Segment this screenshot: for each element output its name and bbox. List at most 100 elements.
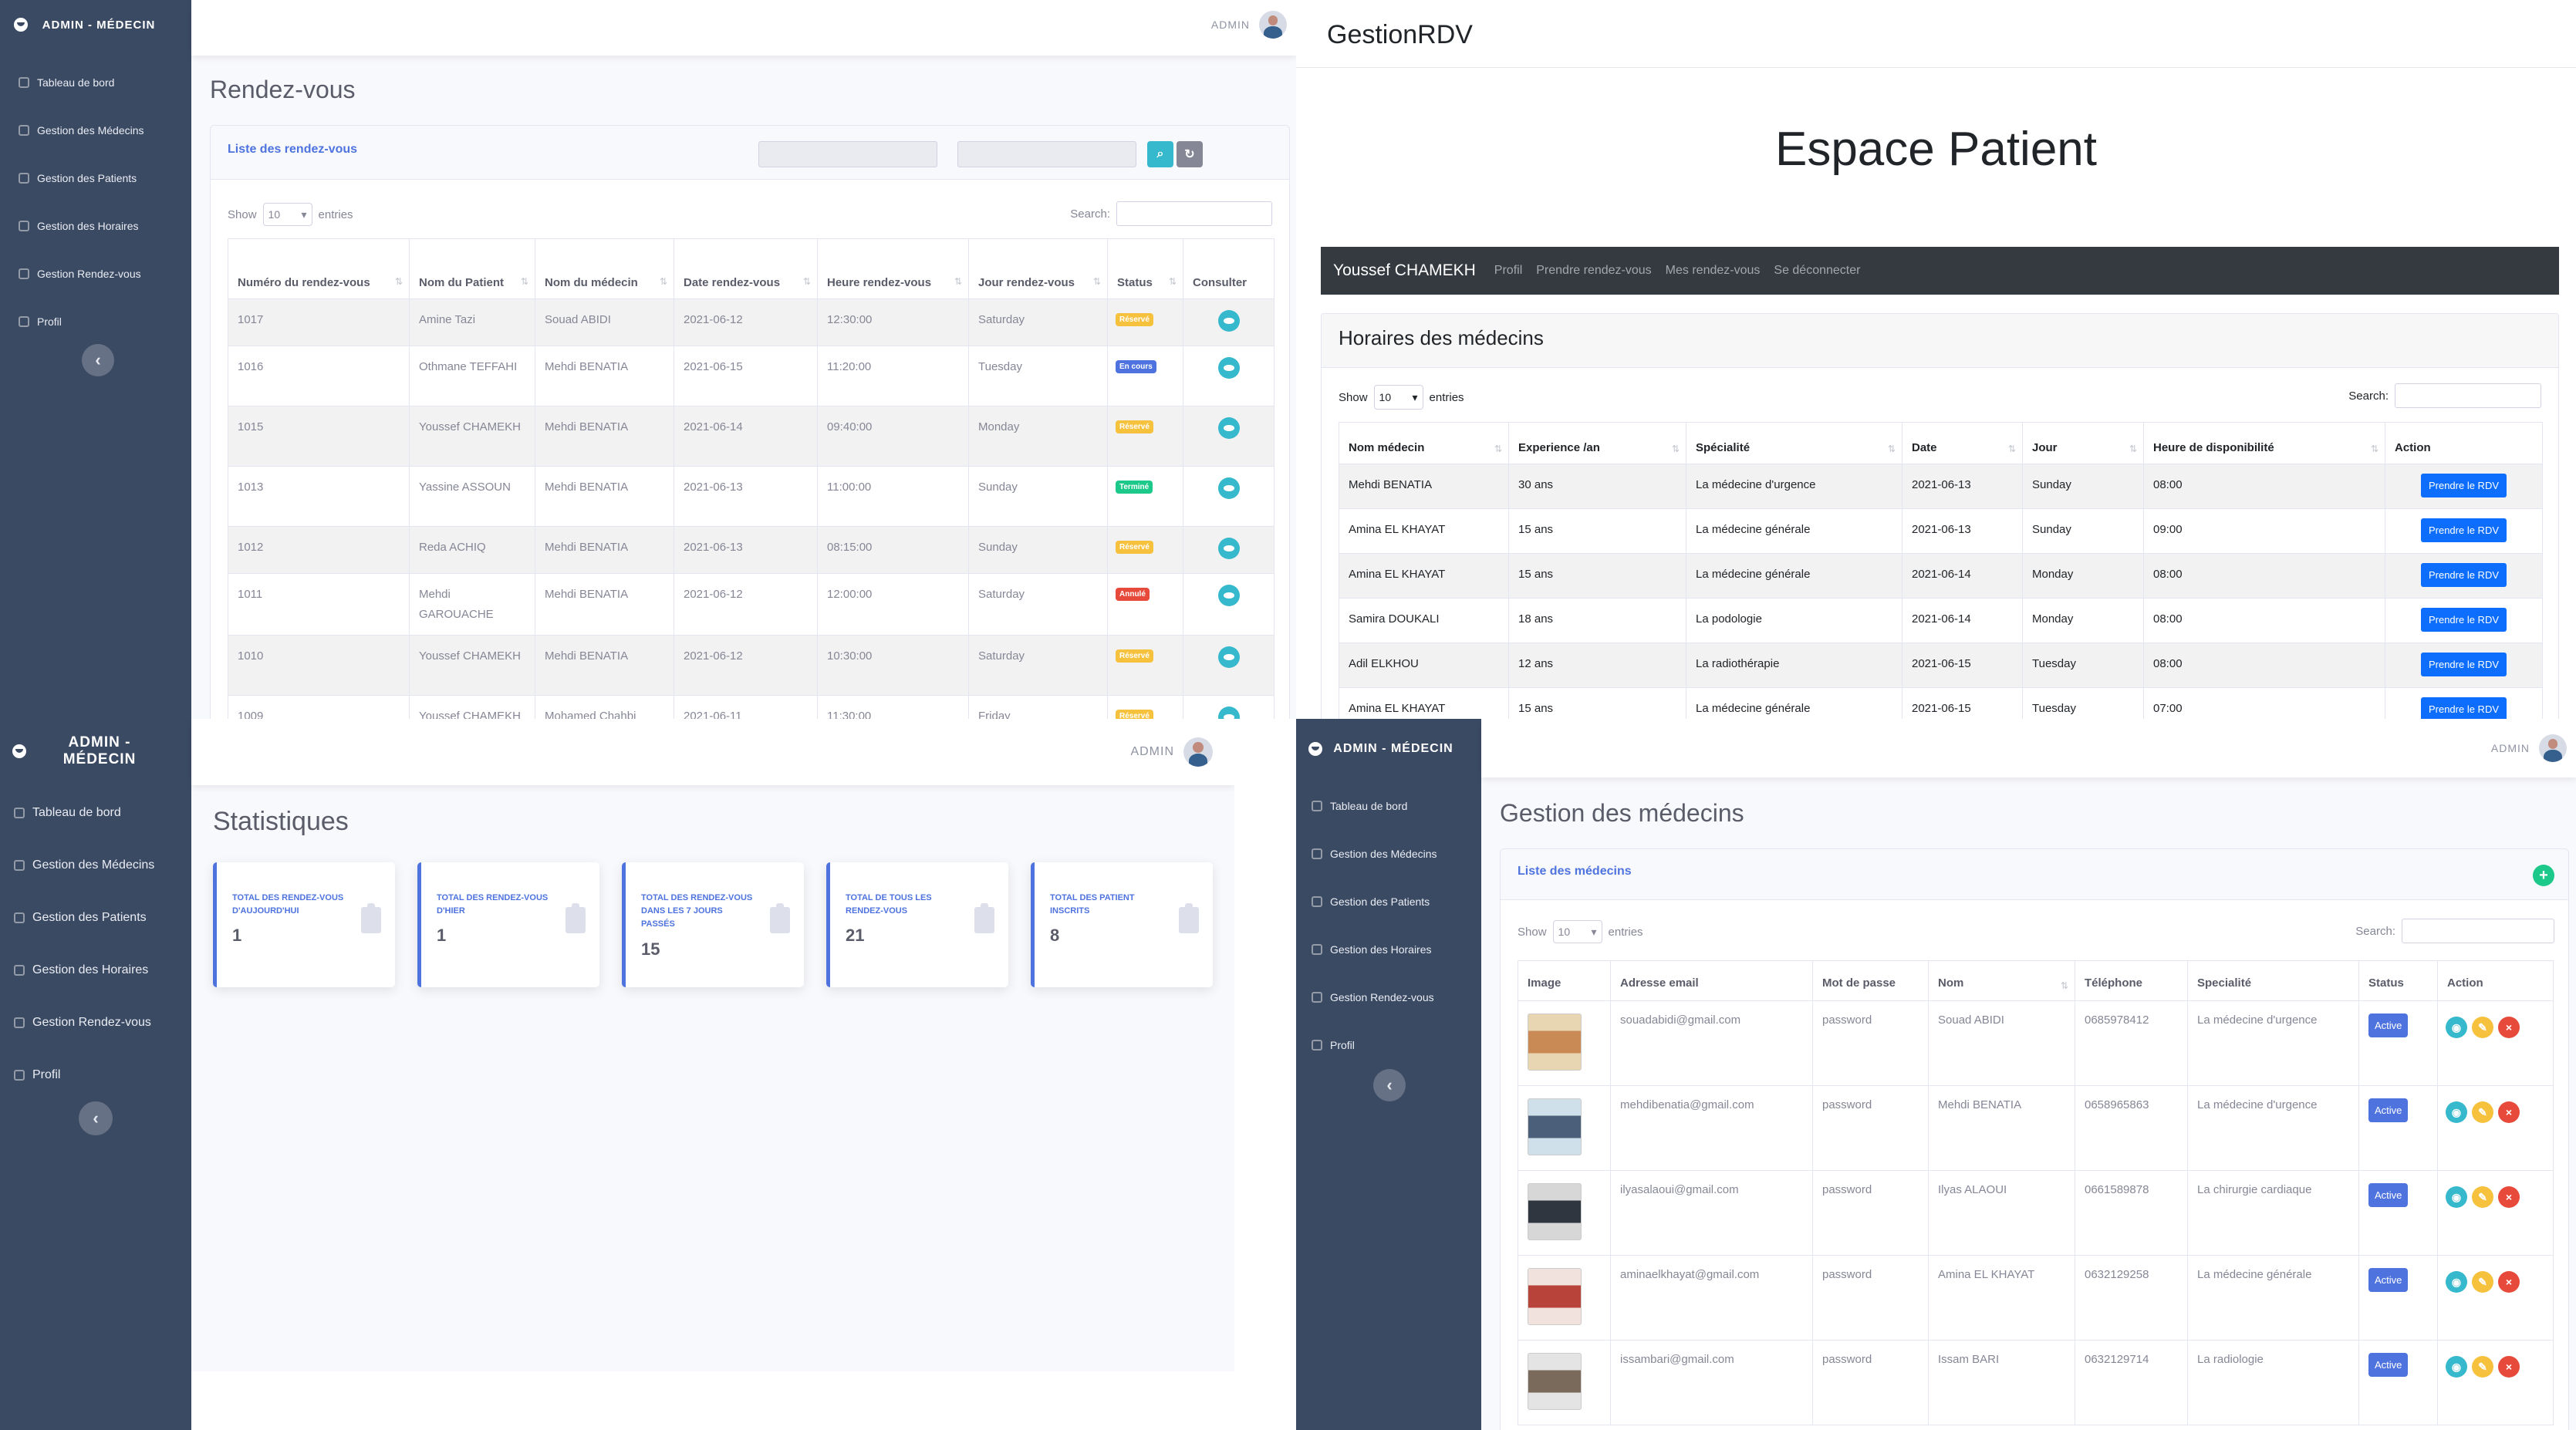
entries-select[interactable]: 10 ▾ <box>262 203 312 226</box>
view-eye-icon[interactable]: ◉ <box>2446 1101 2467 1123</box>
column-header[interactable]: Adresse email <box>1610 960 1813 1001</box>
column-header[interactable]: Mot de passe <box>1812 960 1929 1001</box>
sidebar-item-appointments[interactable]: Gestion Rendez-vous <box>19 250 187 298</box>
book-appointment-button[interactable]: Prendre le RDV <box>2420 474 2507 497</box>
nav-profile[interactable]: Profil <box>1494 264 1522 278</box>
sidebar-toggle-button[interactable]: ‹ <box>82 344 114 376</box>
entries-select[interactable]: 10 ▾ <box>1552 920 1602 943</box>
column-header[interactable]: Téléphone <box>2075 960 2188 1001</box>
column-header[interactable]: Jour <box>2022 422 2144 464</box>
view-eye-icon[interactable]: ◉ <box>2446 1271 2467 1293</box>
sidebar-brand[interactable]: ADMIN - MÉDECIN <box>0 0 191 49</box>
view-eye-icon[interactable] <box>1217 357 1240 379</box>
sidebar-item-doctors[interactable]: Gestion des Médecins <box>14 839 188 892</box>
search-input[interactable] <box>1116 201 1272 226</box>
app-brand[interactable]: GestionRDV <box>1327 20 1473 50</box>
column-header[interactable]: Image <box>1518 960 1611 1001</box>
sidebar-item-schedules[interactable]: Gestion des Horaires <box>14 944 188 997</box>
doctor-filter-input[interactable] <box>957 141 1136 167</box>
edit-icon[interactable]: ✎ <box>2472 1186 2493 1208</box>
view-eye-icon[interactable] <box>1217 538 1240 559</box>
nav-my-appointments[interactable]: Mes rendez-vous <box>1666 264 1761 278</box>
sidebar-item-profile[interactable]: Profil <box>19 298 187 346</box>
column-header[interactable]: Spécialité <box>1686 422 1902 464</box>
sidebar-item-appointments[interactable]: Gestion Rendez-vous <box>1312 973 1478 1021</box>
sidebar-item-dashboard[interactable]: Tableau de bord <box>1312 782 1478 830</box>
column-header[interactable]: Nom médecin <box>1339 422 1509 464</box>
edit-icon[interactable]: ✎ <box>2472 1271 2493 1293</box>
view-eye-icon[interactable] <box>1217 707 1240 719</box>
delete-icon[interactable]: × <box>2498 1356 2520 1378</box>
sidebar-item-patients[interactable]: Gestion des Patients <box>14 892 188 944</box>
column-header[interactable]: Nom du médecin <box>535 238 674 299</box>
date-filter-input[interactable] <box>758 141 937 167</box>
column-header[interactable]: Date <box>1902 422 2023 464</box>
edit-icon[interactable]: ✎ <box>2472 1356 2493 1378</box>
add-doctor-button[interactable]: + <box>2533 865 2554 886</box>
sidebar-item-dashboard[interactable]: Tableau de bord <box>14 787 188 839</box>
status-button[interactable]: Active <box>2368 1268 2409 1292</box>
column-header[interactable]: Experience /an <box>1508 422 1686 464</box>
column-header[interactable]: Jour rendez-vous <box>968 238 1108 299</box>
view-eye-icon[interactable]: ◉ <box>2446 1017 2467 1038</box>
view-eye-icon[interactable] <box>1217 646 1240 668</box>
view-eye-icon[interactable] <box>1217 585 1240 606</box>
sidebar-toggle-button[interactable]: ‹ <box>79 1101 113 1135</box>
sidebar-item-profile[interactable]: Profil <box>14 1049 188 1101</box>
column-header[interactable]: Specialité <box>2187 960 2359 1001</box>
delete-icon[interactable]: × <box>2498 1017 2520 1038</box>
search-button[interactable]: ⌕ <box>1147 141 1173 167</box>
user-menu[interactable]: ADMIN <box>1211 11 1287 39</box>
nav-logout[interactable]: Se déconnecter <box>1774 264 1860 278</box>
sidebar-item-schedules[interactable]: Gestion des Horaires <box>19 202 187 250</box>
column-header[interactable]: Status <box>1107 238 1183 299</box>
view-eye-icon[interactable] <box>1217 477 1240 499</box>
sidebar-item-schedules[interactable]: Gestion des Horaires <box>1312 926 1478 973</box>
sidebar-item-patients[interactable]: Gestion des Patients <box>1312 878 1478 926</box>
sidebar-item-dashboard[interactable]: Tableau de bord <box>19 59 187 106</box>
column-header[interactable]: Date rendez-vous <box>674 238 818 299</box>
column-header[interactable]: Action <box>2385 422 2543 464</box>
status-button[interactable]: Active <box>2368 1183 2409 1207</box>
user-menu[interactable]: ADMIN <box>2491 734 2567 762</box>
sidebar-item-profile[interactable]: Profil <box>1312 1021 1478 1069</box>
book-appointment-button[interactable]: Prendre le RDV <box>2420 697 2507 719</box>
card-title[interactable]: Liste des rendez-vous <box>228 143 357 157</box>
sidebar-item-patients[interactable]: Gestion des Patients <box>19 154 187 202</box>
book-appointment-button[interactable]: Prendre le RDV <box>2420 518 2507 542</box>
search-input[interactable] <box>2395 383 2541 408</box>
edit-icon[interactable]: ✎ <box>2472 1017 2493 1038</box>
sidebar-item-doctors[interactable]: Gestion des Médecins <box>1312 830 1478 878</box>
search-input[interactable] <box>2402 919 2554 943</box>
book-appointment-button[interactable]: Prendre le RDV <box>2420 563 2507 587</box>
sidebar-brand[interactable]: ADMIN - MÉDECIN <box>0 719 191 784</box>
column-header[interactable]: Heure de disponibilité <box>2143 422 2385 464</box>
status-button[interactable]: Active <box>2368 1353 2409 1377</box>
view-eye-icon[interactable] <box>1217 310 1240 332</box>
nav-book[interactable]: Prendre rendez-vous <box>1536 264 1651 278</box>
delete-icon[interactable]: × <box>2498 1186 2520 1208</box>
column-header[interactable]: Numéro du rendez-vous <box>228 238 410 299</box>
book-appointment-button[interactable]: Prendre le RDV <box>2420 608 2507 632</box>
column-header[interactable]: Nom du Patient <box>409 238 535 299</box>
column-header[interactable]: Consulter <box>1183 238 1274 299</box>
column-header[interactable]: Status <box>2358 960 2438 1001</box>
sidebar-item-doctors[interactable]: Gestion des Médecins <box>19 106 187 154</box>
view-eye-icon[interactable] <box>1217 417 1240 439</box>
delete-icon[interactable]: × <box>2498 1271 2520 1293</box>
sidebar-brand[interactable]: ADMIN - MÉDECIN <box>1296 719 1481 779</box>
book-appointment-button[interactable]: Prendre le RDV <box>2420 653 2507 676</box>
column-header[interactable]: Action <box>2437 960 2554 1001</box>
refresh-button[interactable]: ↻ <box>1177 141 1203 167</box>
card-title[interactable]: Liste des médecins <box>1518 865 1632 879</box>
view-eye-icon[interactable]: ◉ <box>2446 1186 2467 1208</box>
status-button[interactable]: Active <box>2368 1098 2409 1122</box>
navbar-user[interactable]: Youssef CHAMEKH <box>1333 261 1476 280</box>
sidebar-item-appointments[interactable]: Gestion Rendez-vous <box>14 997 188 1049</box>
view-eye-icon[interactable]: ◉ <box>2446 1356 2467 1378</box>
user-menu[interactable]: ADMIN <box>1130 737 1213 767</box>
status-button[interactable]: Active <box>2368 1013 2409 1037</box>
edit-icon[interactable]: ✎ <box>2472 1101 2493 1123</box>
column-header[interactable]: Nom <box>1928 960 2075 1001</box>
entries-select[interactable]: 10 ▾ <box>1373 385 1423 410</box>
